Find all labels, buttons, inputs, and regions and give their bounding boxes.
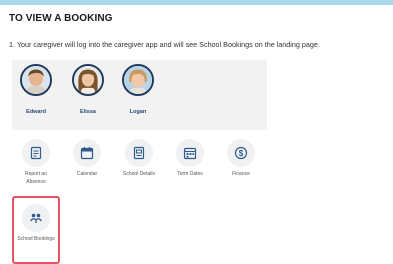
child-logan[interactable]: Logan [118, 64, 158, 115]
top-accent-bar [0, 0, 393, 5]
avatar [122, 64, 154, 96]
children-panel: Edward Elissa Logan [12, 60, 267, 130]
child-name: Elissa [80, 109, 96, 115]
svg-text:$: $ [239, 149, 244, 158]
finance-icon: $ [234, 146, 248, 160]
report-absence-icon [30, 146, 42, 160]
term-dates-icon [183, 147, 197, 160]
calendar-icon [80, 147, 94, 160]
avatar [20, 64, 52, 96]
avatar [72, 64, 104, 96]
child-name: Logan [129, 109, 147, 115]
tile-label: Report an Absence [25, 171, 47, 186]
child-name: Edward [26, 109, 46, 115]
tile-label: School Details [123, 171, 155, 177]
school-details-tile[interactable]: School Details [119, 139, 159, 178]
instruction-text: 1. Your caregiver will log into the care… [9, 40, 320, 49]
child-edward[interactable]: Edward [16, 64, 56, 115]
school-details-icon [133, 146, 145, 160]
term-dates-tile[interactable]: Term Dates [170, 139, 210, 178]
report-absence-tile[interactable]: Report an Absence [16, 139, 56, 187]
child-elissa[interactable]: Elissa [68, 64, 108, 115]
tile-label: Finance [232, 171, 250, 177]
tile-label: Term Dates [177, 171, 203, 177]
finance-tile[interactable]: $ Finance [221, 139, 261, 178]
section-heading: TO VIEW A BOOKING [9, 13, 113, 24]
tile-label: Calendar [76, 171, 98, 177]
calendar-tile[interactable]: Calendar [67, 139, 107, 178]
highlight-box [12, 196, 60, 264]
